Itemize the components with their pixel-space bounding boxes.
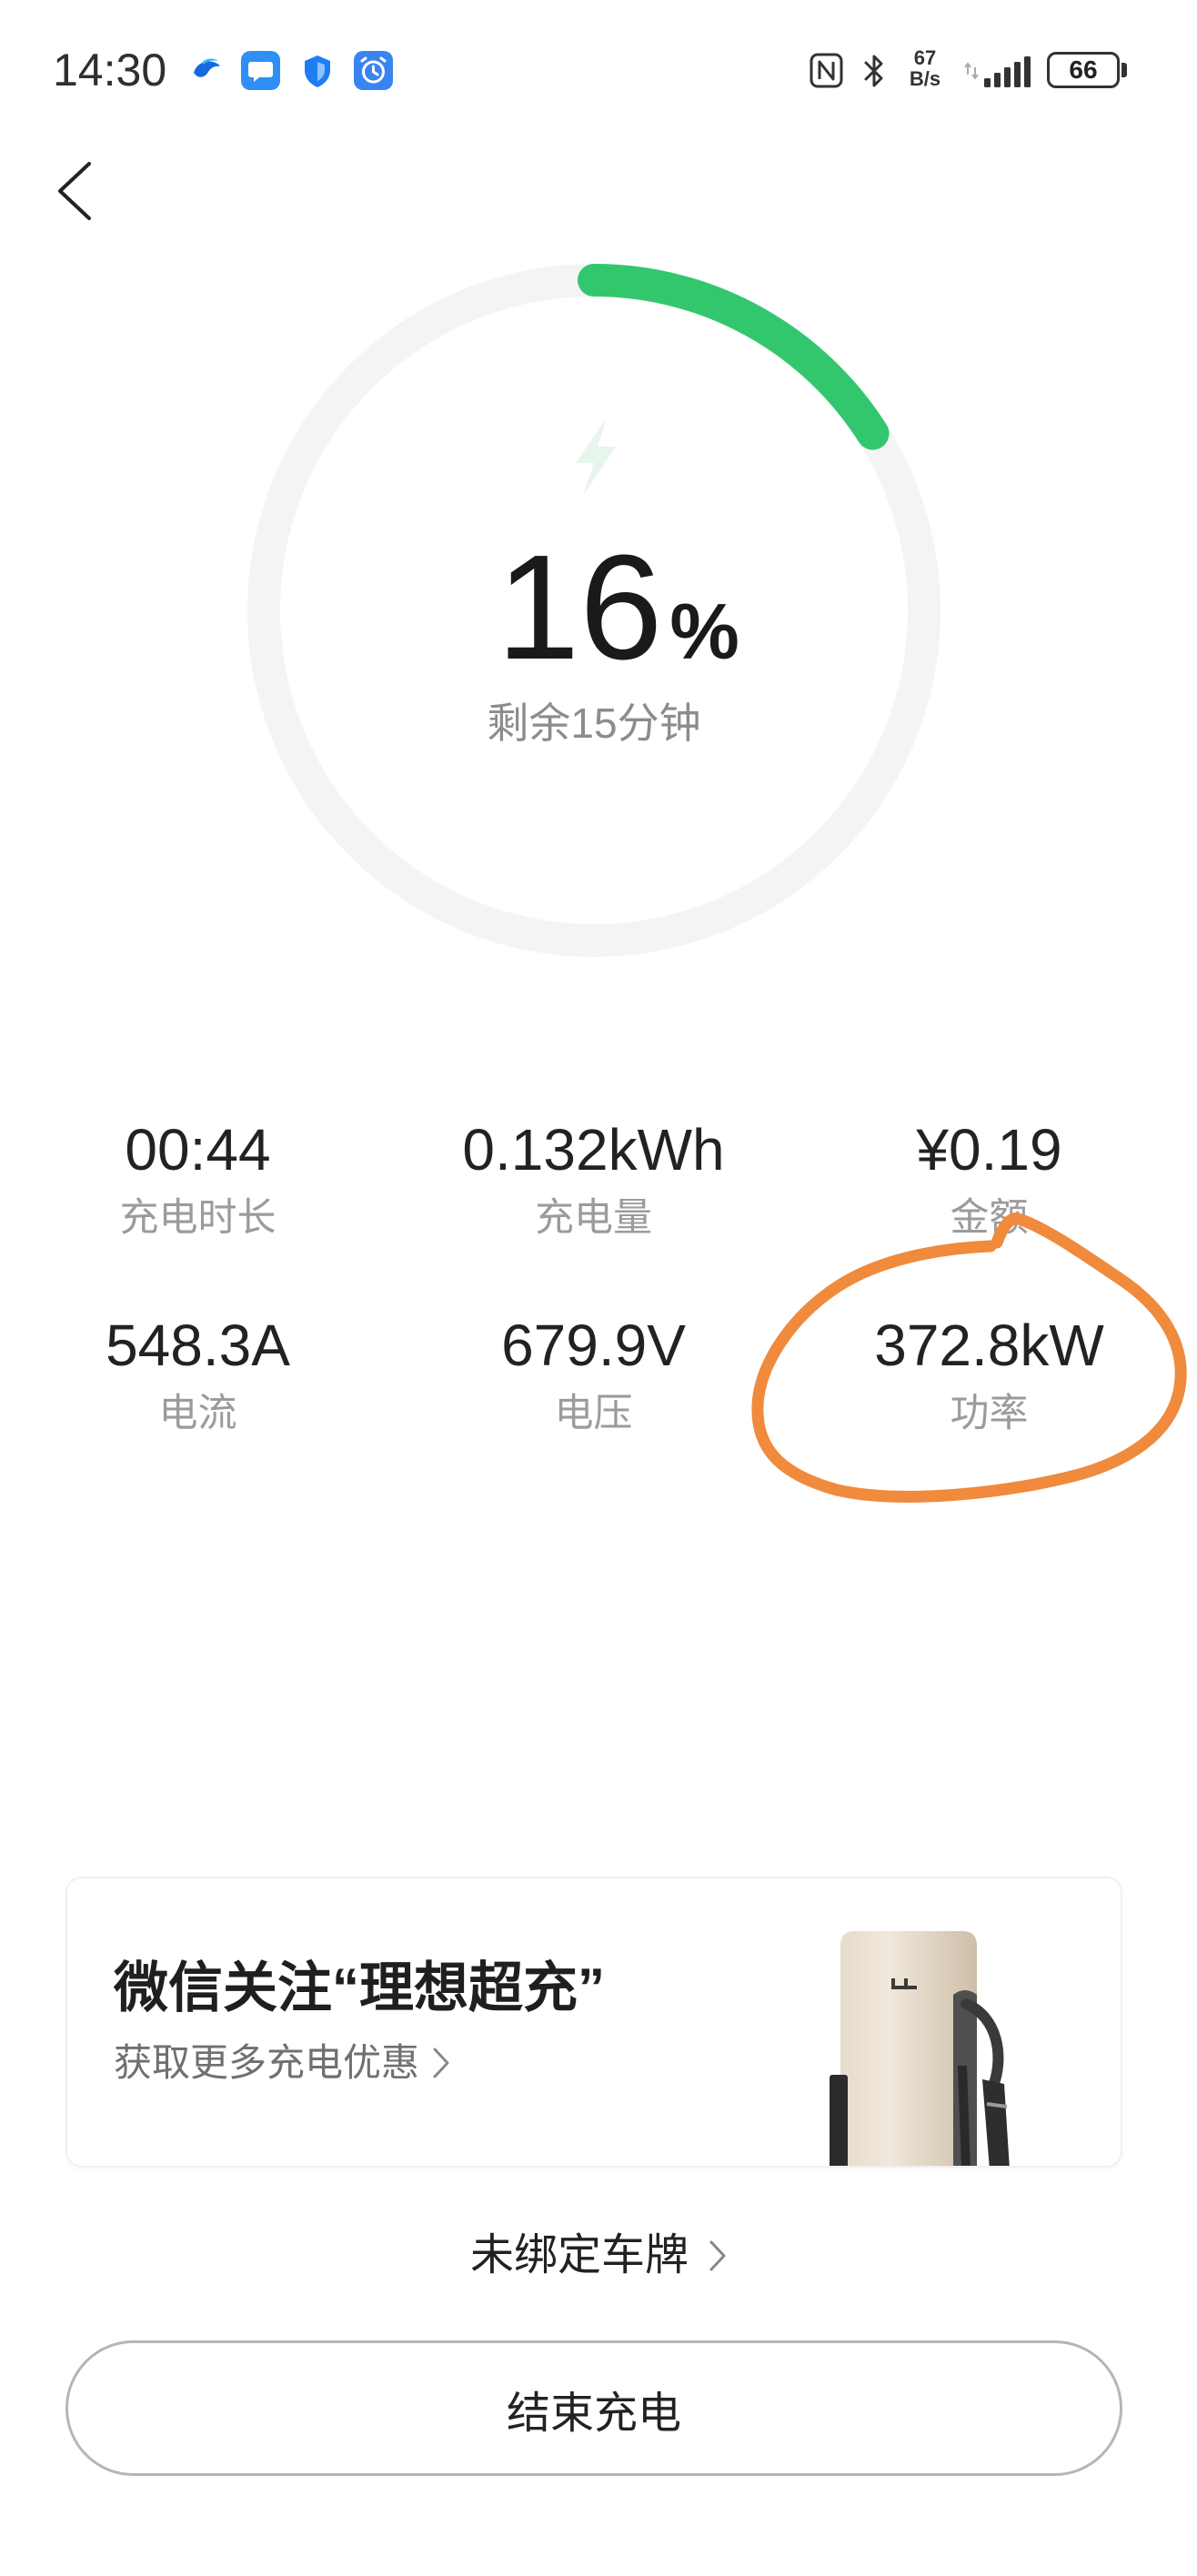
stat-value: 548.3A: [106, 1313, 290, 1378]
stat-current: 548.3A 电流: [0, 1311, 396, 1437]
end-charging-label: 结束充电: [506, 2389, 681, 2438]
stat-voltage: 679.9V 电压: [396, 1311, 791, 1437]
charger-image: [830, 1931, 1010, 2166]
stat-value: 679.9V: [501, 1313, 686, 1378]
app-bird-icon: [194, 58, 220, 77]
stat-label: 充电量: [535, 1196, 652, 1240]
charging-stats: 00:44 充电时长 0.132kWh 充电量 ¥0.19 金额 548.3A …: [0, 1115, 1187, 1437]
promo-subtitle-row: 获取更多充电优惠: [114, 2039, 450, 2087]
stat-label: 金额: [950, 1196, 1029, 1240]
back-button[interactable]: [55, 160, 95, 222]
net-speed-value: 67: [913, 46, 937, 69]
stat-label: 电流: [158, 1392, 237, 1435]
net-speed: 67 B/s: [903, 47, 947, 89]
status-time: 14:30: [53, 45, 167, 96]
stat-value: 372.8kW: [874, 1313, 1104, 1378]
stat-value: ¥0.19: [916, 1117, 1062, 1182]
charge-percent-sign: %: [669, 589, 739, 676]
charge-percent-value: 16: [497, 524, 663, 690]
stat-duration: 00:44 充电时长: [0, 1115, 396, 1242]
remaining-time: 剩余15分钟: [487, 699, 701, 747]
end-charging-button[interactable]: 结束充电: [65, 2340, 1122, 2476]
signal-icon: [964, 56, 1031, 87]
alarm-clock-icon: [354, 51, 393, 90]
bind-plate-link[interactable]: 未绑定车牌: [0, 2229, 1197, 2283]
plate-label: 未绑定车牌: [469, 2231, 689, 2279]
chevron-right-icon: [709, 2240, 726, 2271]
stat-value: 0.132kWh: [462, 1117, 725, 1182]
battery-icon: 66: [1047, 52, 1120, 88]
charge-percent: 16 %: [497, 533, 739, 682]
stat-amount: ¥0.19 金额: [791, 1115, 1187, 1242]
bluetooth-icon: [864, 55, 883, 87]
stat-value: 00:44: [125, 1117, 271, 1182]
stat-label: 充电时长: [119, 1196, 277, 1240]
stat-energy: 0.132kWh 充电量: [396, 1115, 791, 1242]
net-speed-unit: B/s: [909, 67, 941, 90]
chevron-left-icon: [58, 162, 91, 220]
wechat-promo-card[interactable]: 微信关注“理想超充” 获取更多充电优惠: [65, 1877, 1122, 2168]
nfc-icon: [810, 53, 843, 88]
promo-subtitle: 获取更多充电优惠: [114, 2041, 420, 2084]
stat-label: 电压: [554, 1392, 633, 1435]
message-icon: [241, 51, 280, 90]
chevron-right-icon: [433, 2048, 449, 2078]
promo-title: 微信关注“理想超充”: [114, 1957, 605, 2018]
battery-nub: [1122, 63, 1127, 77]
lightning-icon: [576, 418, 616, 496]
shield-icon: [305, 55, 330, 87]
stat-power: 372.8kW 功率: [791, 1311, 1187, 1437]
stat-label: 功率: [950, 1392, 1029, 1435]
